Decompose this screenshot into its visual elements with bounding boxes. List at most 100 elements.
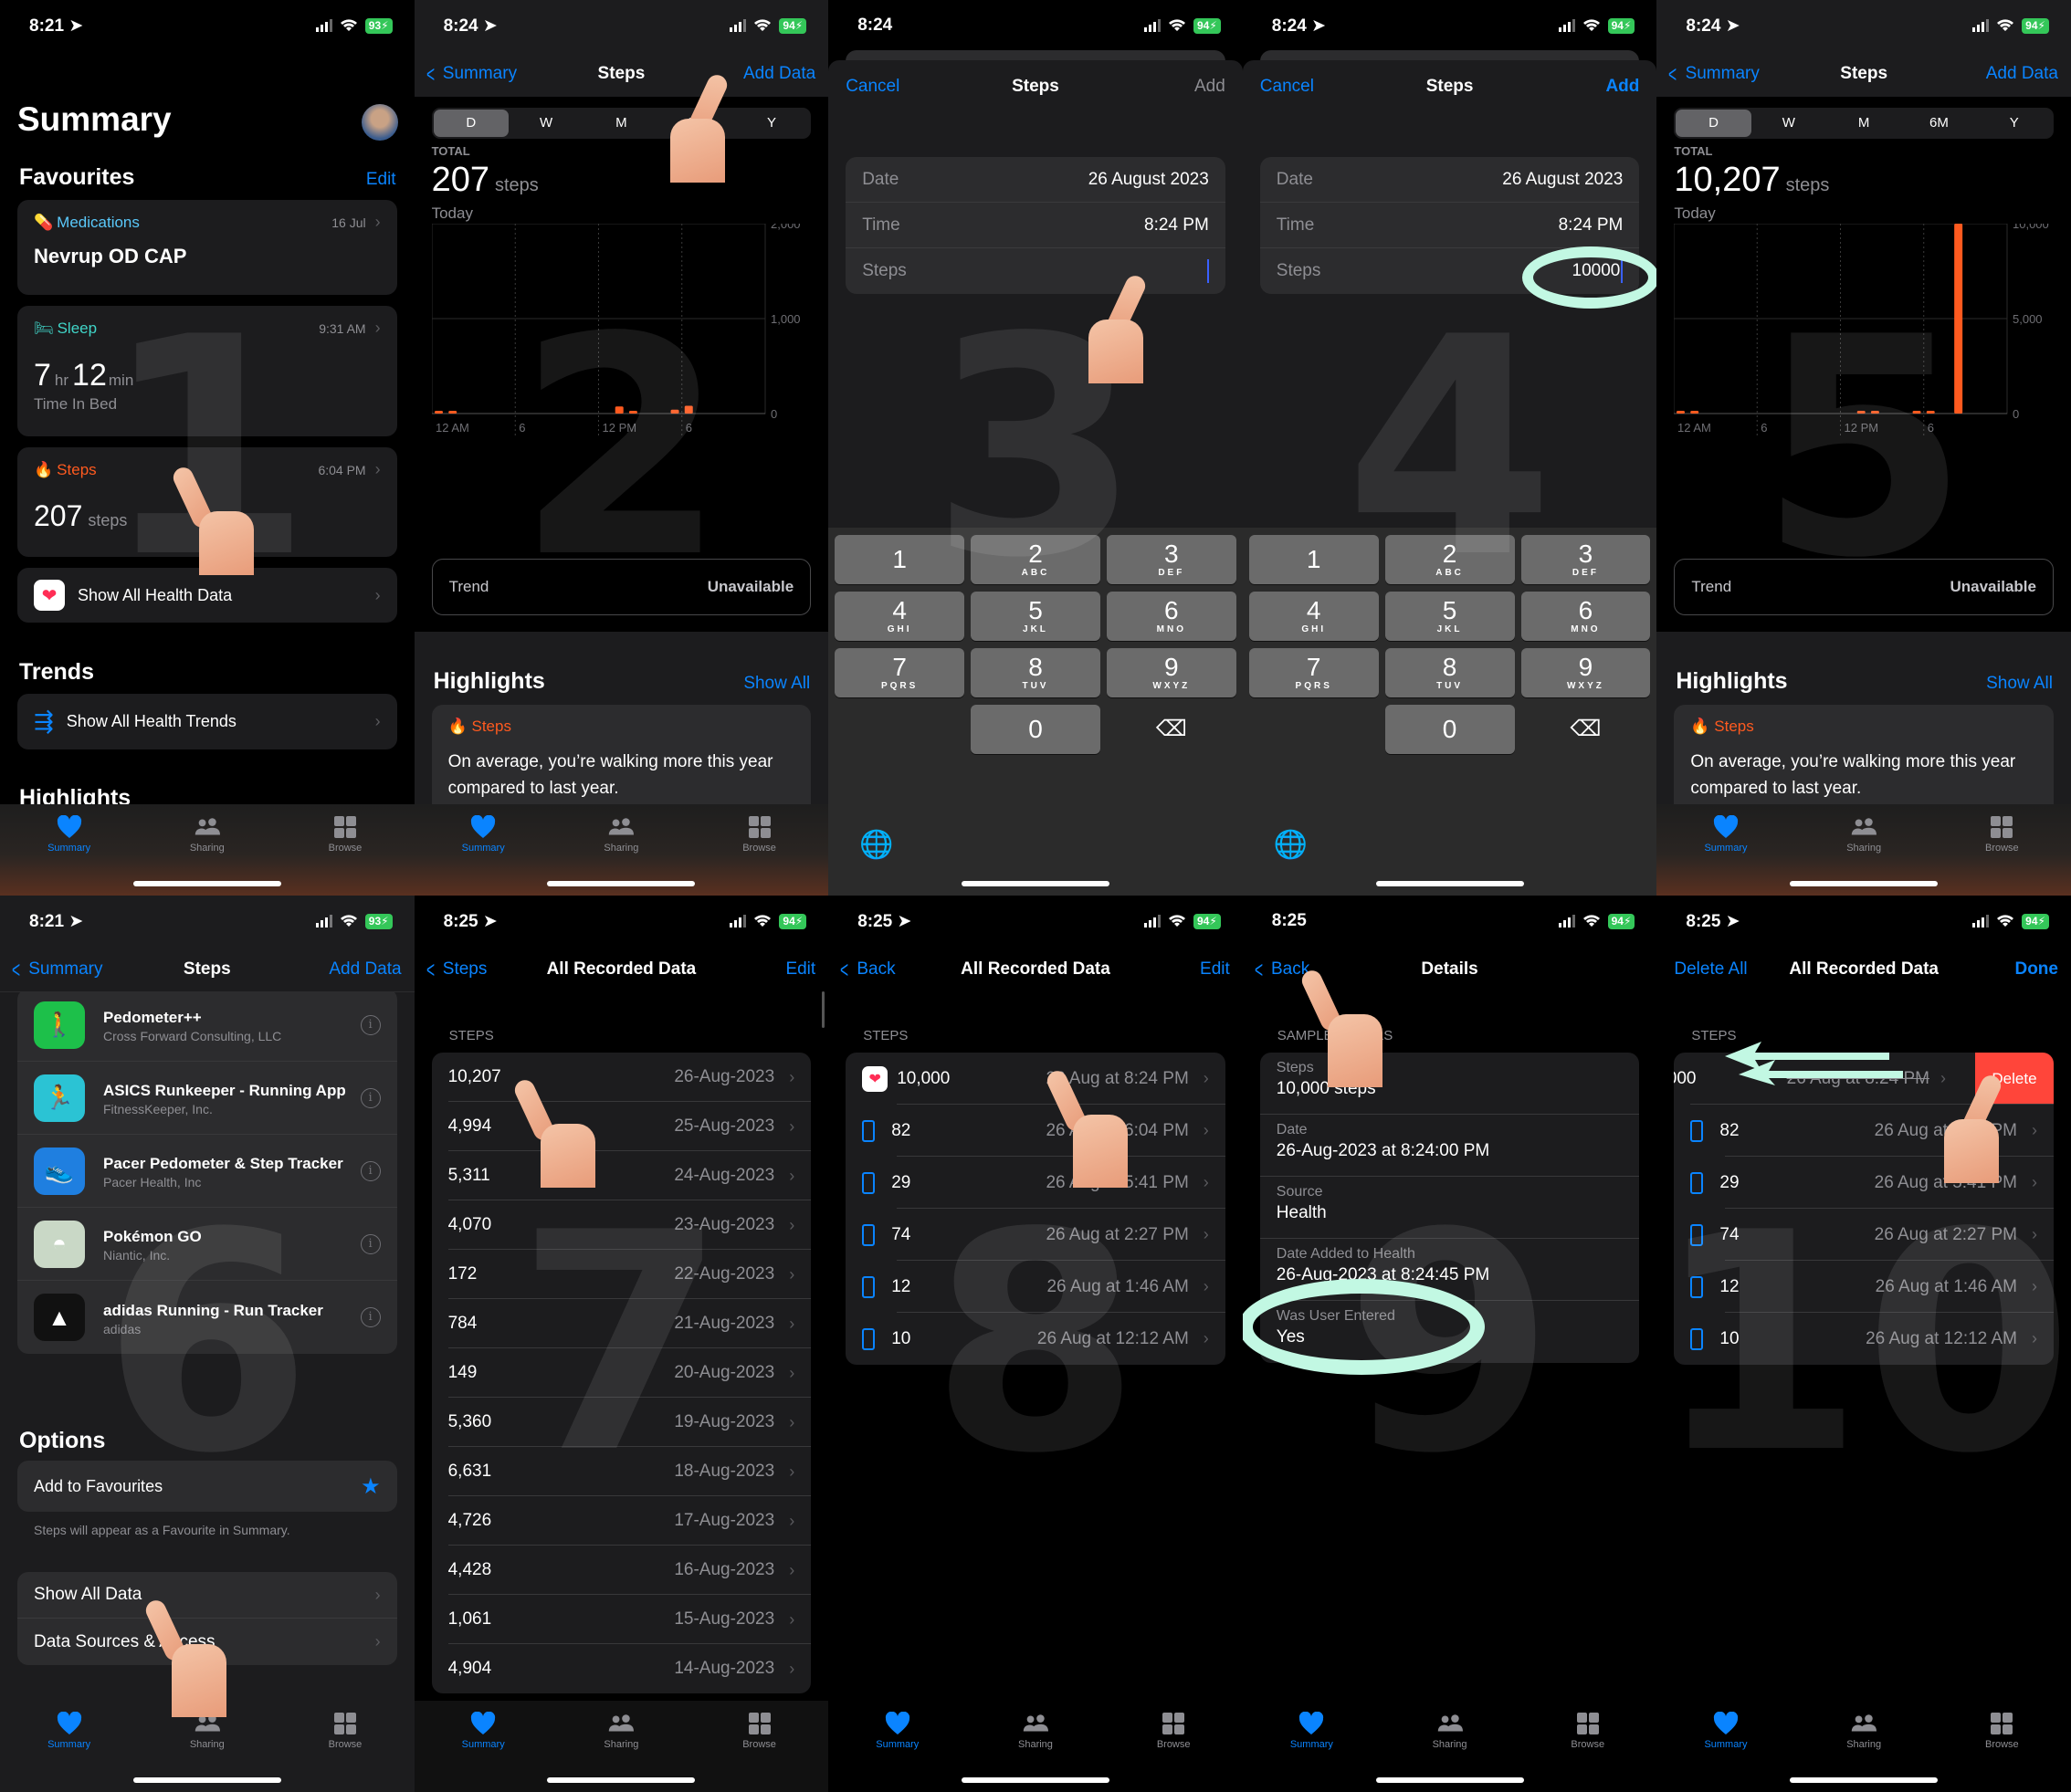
star-icon[interactable]: ★ xyxy=(361,1473,381,1500)
step-sample-row[interactable]: 82 26 Aug at 6:04 PM › xyxy=(846,1105,1225,1157)
add-data-button[interactable]: Add Data xyxy=(329,959,401,980)
key-1[interactable]: 1 xyxy=(1248,535,1379,584)
cancel-button[interactable]: Cancel xyxy=(1260,77,1314,97)
key-5[interactable]: 5 JKL xyxy=(971,592,1100,641)
segment-6-months[interactable]: 6M xyxy=(659,110,734,137)
tab-browse[interactable]: Browse xyxy=(1956,1712,2047,1792)
step-sample-row[interactable]: 29 26 Aug at 5:41 PM › xyxy=(846,1157,1225,1209)
info-icon[interactable]: i xyxy=(360,1233,381,1254)
add-button[interactable]: Add xyxy=(1194,77,1225,97)
trend-card[interactable]: Trend Unavailable xyxy=(1674,559,2054,615)
time-field[interactable]: Time 8:24 PM xyxy=(1259,203,1640,248)
key-9[interactable]: 9 WXYZ xyxy=(1106,648,1236,697)
daily-steps-row[interactable]: 10,207 26-Aug-2023 › xyxy=(432,1053,812,1102)
step-sample-row[interactable]: 12 26 Aug at 1:46 AM › xyxy=(1674,1261,2054,1313)
delete-all-button[interactable]: Delete All xyxy=(1674,959,1747,980)
done-button[interactable]: Done xyxy=(2014,959,2058,980)
key-7[interactable]: 7 PQRS xyxy=(1248,648,1379,697)
back-button[interactable]: < Summary xyxy=(9,958,102,981)
steps-bar-chart[interactable]: 10,000 5,000 0 12 AM 6 12 PM 6 xyxy=(1674,224,2062,534)
delete-button[interactable]: Delete xyxy=(1974,1053,2054,1105)
show-all-button[interactable]: Show All xyxy=(743,674,810,694)
back-button[interactable]: < Steps xyxy=(424,958,488,981)
add-button[interactable]: Add xyxy=(1605,77,1639,97)
daily-steps-row[interactable]: 784 21-Aug-2023 › xyxy=(432,1299,812,1348)
tab-summary[interactable]: Summary xyxy=(437,815,529,896)
edit-button[interactable]: Edit xyxy=(1200,959,1230,980)
daily-steps-row[interactable]: 4,428 16-Aug-2023 › xyxy=(432,1546,812,1595)
step-sample-row[interactable]: 10 26 Aug at 12:12 AM › xyxy=(846,1313,1225,1365)
tab-summary[interactable]: Summary xyxy=(852,1712,943,1792)
tab-browse[interactable]: Browse xyxy=(714,815,805,896)
date-field[interactable]: Date 26 August 2023 xyxy=(846,157,1225,203)
show-all-button[interactable]: Show All xyxy=(1986,674,2053,694)
tab-browse[interactable]: Browse xyxy=(300,815,391,896)
source-row[interactable]: ◓ Pokémon GO Niantic, Inc. i xyxy=(17,1208,397,1281)
tab-browse[interactable]: Browse xyxy=(714,1712,805,1792)
globe-icon[interactable]: 🌐 xyxy=(1274,829,1308,861)
daily-steps-row[interactable]: 4,904 14-Aug-2023 › xyxy=(432,1644,812,1693)
info-icon[interactable]: i xyxy=(360,1160,381,1181)
key-8[interactable]: 8 TUV xyxy=(1384,648,1515,697)
add-data-button[interactable]: Add Data xyxy=(743,64,815,84)
daily-steps-row[interactable]: 4,070 23-Aug-2023 › xyxy=(432,1200,812,1250)
scrollbar[interactable] xyxy=(822,991,825,1028)
tab-browse[interactable]: Browse xyxy=(1542,1712,1634,1792)
data-sources-access-row[interactable]: Data Sources & Access › xyxy=(17,1619,397,1665)
tab-summary[interactable]: Summary xyxy=(1680,815,1771,896)
show-all-health-data[interactable]: ❤ Show All Health Data › xyxy=(17,568,397,623)
segment-6-months[interactable]: 6M xyxy=(1901,110,1976,137)
source-row[interactable]: ▲ adidas Running - Run Tracker adidas i xyxy=(17,1281,397,1354)
steps-input[interactable]: Steps xyxy=(846,248,1225,294)
key-4[interactable]: 4 GHI xyxy=(835,592,965,641)
steps-input[interactable]: Steps 10000 xyxy=(1260,248,1640,294)
key-2[interactable]: 2 ABC xyxy=(971,535,1100,584)
segment-year[interactable]: Y xyxy=(734,110,809,137)
tab-browse[interactable]: Browse xyxy=(1956,815,2047,896)
medications-card[interactable]: 💊 Medications 16 Jul › Nevrup OD CAP xyxy=(17,200,397,295)
step-sample-row[interactable]: 82 26 Aug at 6:04 PM › xyxy=(1674,1105,2054,1157)
steps-card[interactable]: 🔥 Steps 6:04 PM › 207 steps xyxy=(17,447,397,557)
tab-summary[interactable]: Summary xyxy=(1680,1712,1771,1792)
step-sample-row[interactable]: 74 26 Aug at 2:27 PM › xyxy=(1674,1209,2054,1261)
tab-summary[interactable]: Summary xyxy=(1266,1712,1357,1792)
backspace-key[interactable]: ⌫ xyxy=(1107,705,1236,754)
daily-steps-row[interactable]: 4,726 17-Aug-2023 › xyxy=(432,1496,812,1546)
key-6[interactable]: 6 MNO xyxy=(1106,592,1236,641)
segment-day[interactable]: D xyxy=(1676,110,1751,137)
tab-browse[interactable]: Browse xyxy=(1128,1712,1219,1792)
backspace-key[interactable]: ⌫ xyxy=(1521,705,1651,754)
segment-day[interactable]: D xyxy=(433,110,509,137)
step-sample-row[interactable]: 74 26 Aug at 2:27 PM › xyxy=(846,1209,1225,1261)
segment-year[interactable]: Y xyxy=(1977,110,2052,137)
show-all-health-trends[interactable]: ⇶ Show All Health Trends › xyxy=(17,694,397,749)
key-3[interactable]: 3 DEF xyxy=(1520,535,1651,584)
key-0[interactable]: 0 xyxy=(1384,705,1515,754)
back-button[interactable]: < Back xyxy=(837,958,895,981)
add-to-favourites-row[interactable]: Add to Favourites ★ xyxy=(17,1461,397,1512)
add-data-button[interactable]: Add Data xyxy=(1986,64,2058,84)
daily-steps-row[interactable]: 4,994 25-Aug-2023 › xyxy=(432,1102,812,1151)
key-6[interactable]: 6 MNO xyxy=(1520,592,1651,641)
sleep-card[interactable]: 🛏 Sleep 9:31 AM › 7 hr 12 min Time In Bed xyxy=(17,306,397,436)
info-icon[interactable]: i xyxy=(360,1087,381,1108)
daily-steps-row[interactable]: 6,631 18-Aug-2023 › xyxy=(432,1447,812,1496)
daily-steps-row[interactable]: 172 22-Aug-2023 › xyxy=(432,1250,812,1299)
info-icon[interactable]: i xyxy=(360,1307,381,1327)
tab-summary[interactable]: Summary xyxy=(437,1712,529,1792)
tab-summary[interactable]: Summary xyxy=(24,1712,115,1792)
daily-steps-row[interactable]: 1,061 15-Aug-2023 › xyxy=(432,1595,812,1644)
source-row[interactable]: 🚶 Pedometer++ Cross Forward Consulting, LL… xyxy=(17,989,397,1062)
source-row[interactable]: 👟 Pacer Pedometer & Step Tracker Pacer Hea… xyxy=(17,1135,397,1208)
daily-steps-row[interactable]: 5,311 24-Aug-2023 › xyxy=(432,1151,812,1200)
steps-bar-chart[interactable]: 2,000 1,000 0 12 AM 6 12 PM 6 xyxy=(431,224,820,534)
daily-steps-row[interactable]: 149 20-Aug-2023 › xyxy=(432,1348,812,1398)
tab-browse[interactable]: Browse xyxy=(300,1712,391,1792)
back-button[interactable]: < Back xyxy=(1252,958,1309,981)
segment-month[interactable]: M xyxy=(583,110,658,137)
back-button[interactable]: < Summary xyxy=(1666,62,1759,86)
tab-summary[interactable]: Summary xyxy=(24,815,115,896)
key-8[interactable]: 8 TUV xyxy=(971,648,1100,697)
key-4[interactable]: 4 GHI xyxy=(1248,592,1379,641)
show-all-data-row[interactable]: Show All Data › xyxy=(17,1572,397,1619)
